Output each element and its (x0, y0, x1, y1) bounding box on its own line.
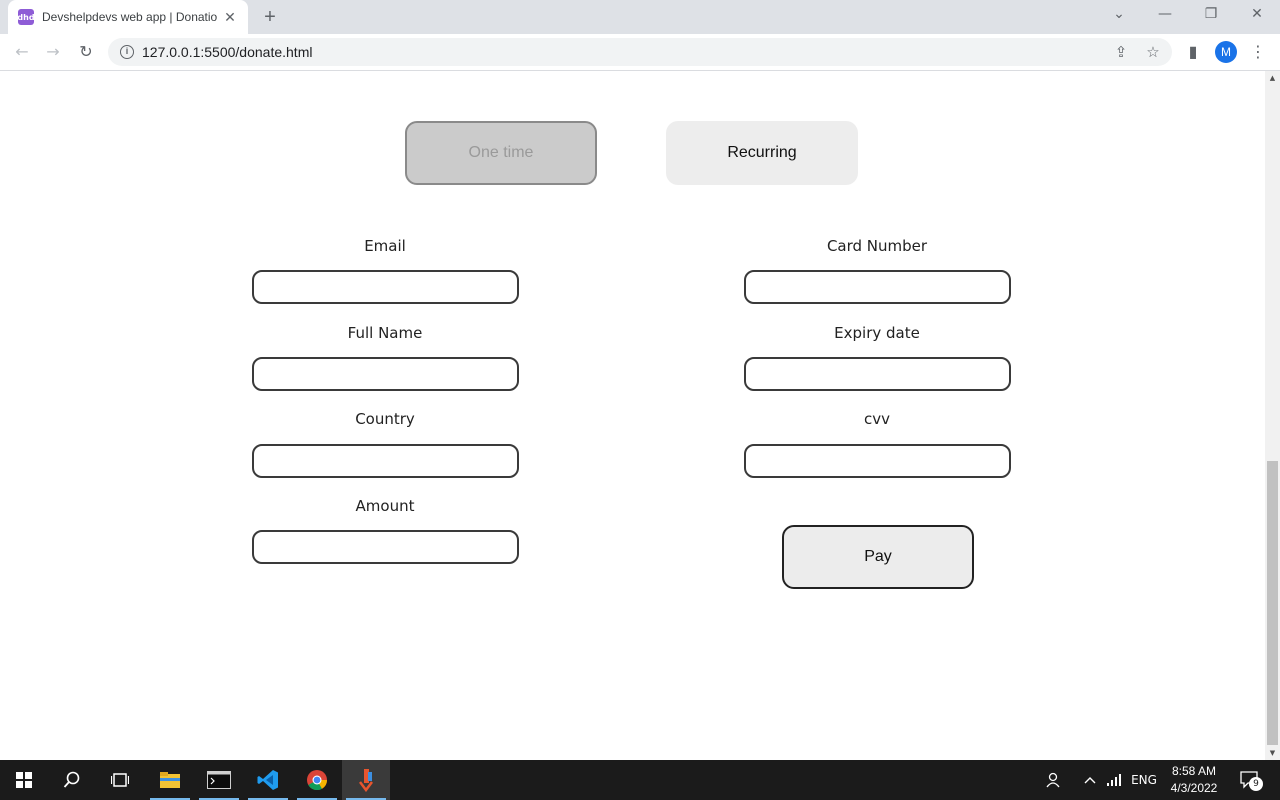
bookmark-star-icon[interactable]: ☆ (1143, 44, 1163, 60)
email-label: Email (364, 237, 406, 255)
windows-taskbar: ENG 8:58 AM 4/3/2022 9 (0, 760, 1280, 800)
site-info-icon[interactable]: i (120, 45, 134, 59)
share-icon[interactable]: ⇪ (1111, 44, 1131, 60)
expiry-date-label: Expiry date (834, 324, 920, 342)
close-tab-icon[interactable]: ✕ (222, 9, 238, 26)
recurring-toggle[interactable]: Recurring (666, 121, 858, 185)
tab-title: Devshelpdevs web app | Donation (42, 10, 218, 24)
new-tab-button[interactable]: + (258, 6, 282, 28)
page-scrollbar[interactable]: ▲ ▼ (1265, 71, 1280, 760)
task-view-button[interactable] (96, 760, 144, 800)
cvv-label: cvv (863, 410, 890, 428)
app-tool-icon (359, 769, 373, 792)
menu-kebab-icon[interactable]: ⋮ (1248, 42, 1268, 62)
close-window-button[interactable]: ✕ (1234, 0, 1280, 30)
email-field[interactable] (252, 270, 519, 304)
tab-strip: dhd Devshelpdevs web app | Donation ✕ + … (0, 0, 1280, 34)
expiry-date-field[interactable] (744, 357, 1011, 391)
side-panel-icon[interactable]: ▮ (1183, 42, 1203, 62)
folder-icon (160, 772, 180, 788)
file-explorer-app[interactable] (146, 760, 194, 800)
clock-date: 4/3/2022 (1170, 781, 1218, 795)
scroll-up-icon[interactable]: ▲ (1265, 71, 1280, 85)
card-number-label: Card Number (826, 237, 928, 255)
profile-avatar[interactable]: M (1215, 41, 1237, 63)
start-button[interactable] (0, 760, 48, 800)
pay-button[interactable]: Pay (782, 525, 974, 589)
notification-count-badge: 9 (1249, 777, 1263, 791)
country-label: Country (355, 410, 415, 428)
page-viewport: One time Recurring Email Full Name Count… (0, 71, 1280, 760)
full-name-field[interactable] (252, 357, 519, 391)
amount-field[interactable] (252, 530, 519, 564)
chrome-icon (307, 770, 328, 791)
vscode-icon (257, 770, 278, 790)
tab-search-icon[interactable]: ⌄ (1096, 0, 1142, 30)
back-button[interactable]: ← (10, 40, 34, 64)
terminal-app[interactable] (195, 760, 243, 800)
one-time-toggle[interactable]: One time (405, 121, 597, 185)
address-bar[interactable]: i 127.0.0.1:5500/donate.html ⇪ ☆ (108, 38, 1172, 66)
clock-time: 8:58 AM (1171, 764, 1217, 778)
terminal-icon (207, 771, 231, 789)
full-name-label: Full Name (347, 324, 423, 342)
active-app[interactable] (342, 760, 390, 800)
windows-logo-icon (16, 772, 32, 788)
forward-button[interactable]: → (41, 40, 65, 64)
system-clock[interactable]: 8:58 AM 4/3/2022 (1164, 763, 1224, 797)
country-field[interactable] (252, 444, 519, 478)
cvv-field[interactable] (744, 444, 1011, 478)
scroll-thumb[interactable] (1267, 461, 1278, 745)
restore-button[interactable]: ❐ (1188, 0, 1234, 30)
people-icon[interactable] (1040, 760, 1068, 800)
network-signal-icon[interactable] (1102, 760, 1126, 800)
browser-toolbar: ← → ↻ i 127.0.0.1:5500/donate.html ⇪ ☆ ▮… (0, 34, 1280, 71)
browser-tab[interactable]: dhd Devshelpdevs web app | Donation ✕ (8, 0, 248, 34)
card-number-field[interactable] (744, 270, 1011, 304)
amount-label: Amount (355, 497, 415, 515)
minimize-button[interactable]: — (1142, 0, 1188, 30)
chrome-app[interactable] (293, 760, 341, 800)
vscode-app[interactable] (244, 760, 292, 800)
show-hidden-icons-chevron-icon[interactable] (1078, 760, 1102, 800)
task-view-icon (111, 773, 129, 787)
scroll-down-icon[interactable]: ▼ (1265, 746, 1280, 760)
site-favicon-icon: dhd (17, 9, 35, 25)
reload-button[interactable]: ↻ (74, 40, 98, 64)
search-button[interactable] (48, 760, 96, 800)
url-text: 127.0.0.1:5500/donate.html (142, 44, 313, 60)
search-icon (63, 771, 80, 788)
language-indicator[interactable]: ENG (1128, 760, 1160, 800)
notification-center-button[interactable]: 9 (1232, 760, 1268, 800)
